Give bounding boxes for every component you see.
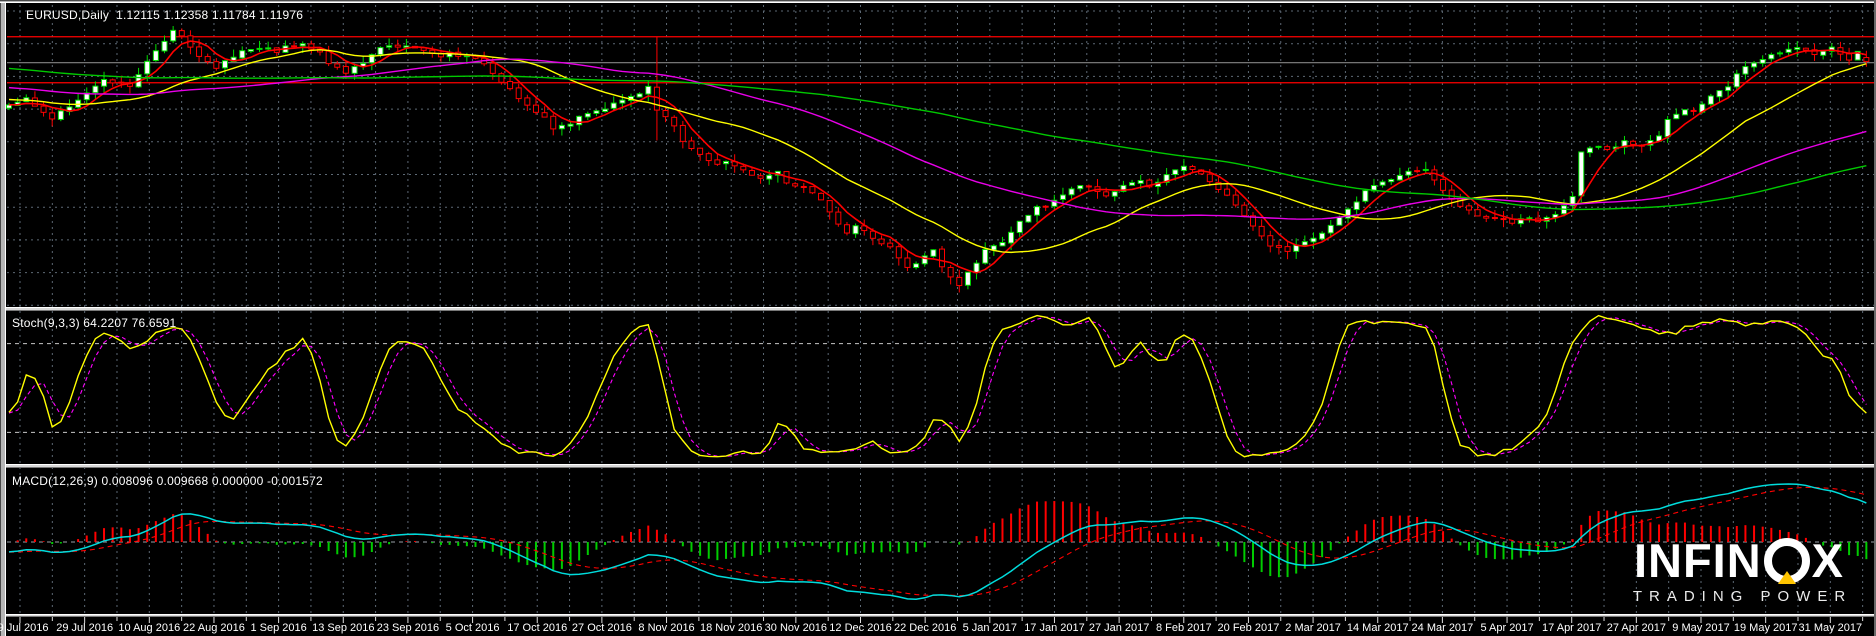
date-label: 19 Jul 2016 (0, 622, 48, 634)
candlesticks (7, 26, 1869, 292)
date-label: 20 Feb 2017 (1218, 622, 1280, 634)
date-label: 8 Nov 2016 (638, 622, 694, 634)
date-label: 27 Apr 2017 (1607, 622, 1666, 634)
date-label: 14 Mar 2017 (1347, 622, 1409, 634)
date-label: 9 May 2017 (1672, 622, 1729, 634)
stochastic-panel (7, 316, 1876, 457)
logo-text: X (1812, 538, 1844, 584)
date-label: 27 Oct 2016 (572, 622, 632, 634)
date-label: 5 Apr 2017 (1480, 622, 1533, 634)
date-label: 24 Mar 2017 (1412, 622, 1474, 634)
date-label: 5 Jan 2017 (963, 622, 1017, 634)
logo-o-ring-icon (1764, 538, 1810, 584)
symbol-ohlc-label: EURUSD,Daily 1.12115 1.12358 1.11784 1.1… (26, 8, 303, 22)
date-label: 22 Aug 2016 (183, 622, 245, 634)
date-label: 30 Nov 2016 (765, 622, 827, 634)
date-label: 13 Sep 2016 (312, 622, 374, 634)
date-label: 19 May 2017 (1734, 622, 1798, 634)
date-label: 31 May 2017 (1799, 622, 1863, 634)
broker-logo: INFIN X TRADING POWER (1614, 538, 1864, 605)
time-axis[interactable]: 19 Jul 2016 29 Jul 2016 10 Aug 201622 Aug … (0, 620, 1876, 636)
panel-separator[interactable] (0, 307, 1876, 311)
logo-subtitle: TRADING POWER (1614, 588, 1864, 605)
date-label: 23 Sep 2016 (377, 622, 439, 634)
moving-averages (9, 41, 1866, 273)
macd-panel (7, 484, 1876, 599)
window-border-left (0, 0, 6, 636)
date-label: 1 Sep 2016 (250, 622, 306, 634)
window-border-top (0, 0, 1876, 3)
chart-window: EURUSD,Daily 1.12115 1.12358 1.11784 1.1… (0, 0, 1876, 636)
date-label: 22 Dec 2016 (894, 622, 956, 634)
date-label: 17 Jan 2017 (1024, 622, 1085, 634)
date-label: 18 Nov 2016 (700, 622, 762, 634)
chart-canvas[interactable] (0, 0, 1876, 636)
date-label: 2 Mar 2017 (1285, 622, 1341, 634)
date-label: 10 Aug 2016 (118, 622, 180, 634)
date-label: 17 Oct 2016 (507, 622, 567, 634)
date-label: 27 Jan 2017 (1089, 622, 1150, 634)
panel-separator[interactable] (0, 464, 1876, 468)
stochastic-indicator-label: Stoch(9,3,3) 64.2207 76.6591 (12, 316, 176, 330)
price-level-lines (7, 37, 1876, 83)
date-label: 8 Feb 2017 (1156, 622, 1212, 634)
panel-separator[interactable] (0, 614, 1876, 617)
logo-wordmark: INFIN X (1614, 538, 1864, 584)
logo-text: INFIN (1634, 538, 1762, 584)
date-label: 12 Dec 2016 (829, 622, 891, 634)
logo-triangle-icon (1778, 571, 1796, 584)
date-label: 29 Jul 2016 (56, 622, 113, 634)
date-label: 5 Oct 2016 (446, 622, 500, 634)
macd-indicator-label: MACD(12,26,9) 0.008096 0.009668 0.000000… (12, 474, 323, 488)
date-label: 17 Apr 2017 (1542, 622, 1601, 634)
